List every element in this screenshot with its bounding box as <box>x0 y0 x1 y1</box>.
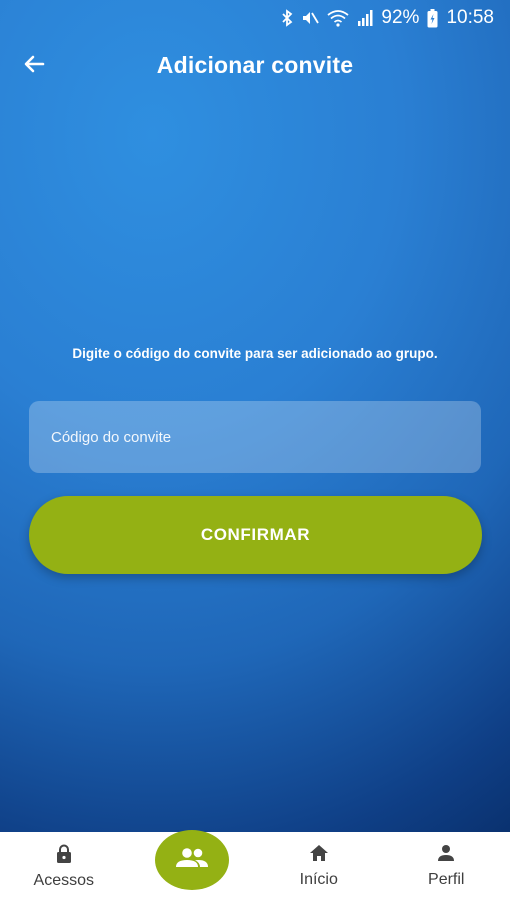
app-screen: 92% 10:58 Adicionar convite Digite o cód… <box>0 0 510 900</box>
bottom-nav: Acessos Início Perfil <box>0 832 510 900</box>
invite-code-input[interactable] <box>29 401 481 473</box>
nav-item-inicio[interactable]: Início <box>255 832 383 900</box>
confirm-button[interactable]: CONFIRMAR <box>29 496 482 574</box>
back-button[interactable] <box>18 50 50 82</box>
battery-percent: 92% <box>381 7 420 28</box>
clock: 10:58 <box>446 7 494 28</box>
home-icon <box>309 844 329 867</box>
lock-icon <box>56 844 72 868</box>
nav-item-perfil[interactable]: Perfil <box>383 832 510 900</box>
nav-label-perfil: Perfil <box>428 871 465 888</box>
arrow-left-icon <box>23 53 45 80</box>
page-title: Adicionar convite <box>156 51 354 78</box>
wifi-icon <box>327 9 349 27</box>
nav-item-grupos[interactable] <box>155 830 229 890</box>
nav-item-acessos[interactable]: Acessos <box>0 832 128 900</box>
bluetooth-icon <box>281 9 293 27</box>
mute-icon <box>301 9 320 27</box>
person-icon <box>437 844 455 867</box>
nav-label-acessos: Acessos <box>33 872 94 889</box>
nav-label-inicio: Início <box>299 871 338 888</box>
status-bar: 92% 10:58 <box>0 0 510 36</box>
instruction-text: Digite o código do convite para ser adic… <box>72 346 438 361</box>
group-icon <box>175 847 209 874</box>
battery-icon <box>427 8 438 28</box>
app-header: Adicionar convite <box>0 36 510 94</box>
signal-icon <box>357 10 373 26</box>
